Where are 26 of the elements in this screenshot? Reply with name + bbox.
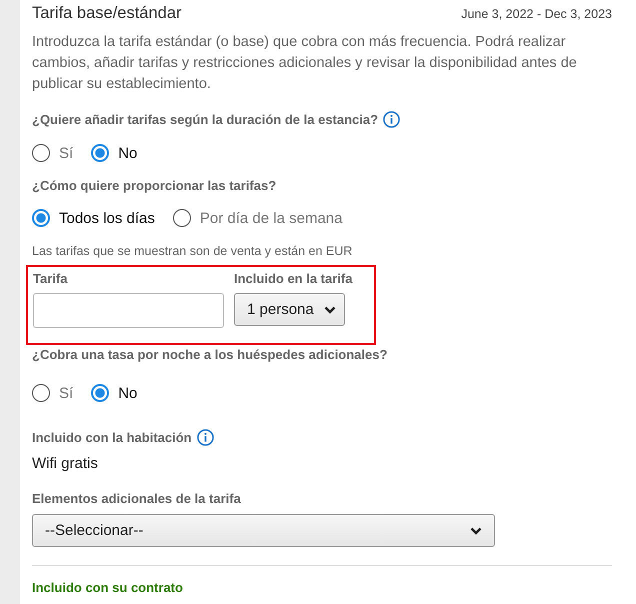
question-label: ¿Cobra una tasa por noche a los huéspedes adicionales? — [32, 347, 388, 362]
field-label: Incluido en la tarifa — [234, 271, 352, 286]
info-icon[interactable] — [196, 429, 214, 446]
radio-option[interactable]: Sí — [32, 384, 74, 402]
field-label: Elementos adicionales de la tarifa — [32, 491, 241, 506]
included-item: Wifi gratis — [32, 455, 99, 472]
info-icon[interactable] — [383, 111, 400, 128]
description-text: Introduzca la tarifa estándar (o base) que cobra con más frecuencia. Podrá realizar cambios, añadir tarifas y restricciones adicionales y revisar la disponibilidad antes de publicar su establecimiento. — [32, 33, 578, 94]
date-range: June 3, 2022 - Dec 3, 2023 — [461, 7, 612, 21]
section-label: Incluido con la habitación — [32, 430, 192, 445]
radio-option[interactable]: Por día de la semana — [172, 209, 342, 227]
guests-dropdown[interactable]: 1 persona — [234, 293, 345, 326]
question-label: ¿Quiere añadir tarifas según la duración de la estancia? — [32, 112, 378, 127]
rate-input-field[interactable] — [33, 293, 224, 328]
radio-option[interactable]: Sí — [32, 144, 74, 162]
chevron-down-icon — [324, 306, 336, 314]
radio-option[interactable]: Todos los días — [32, 209, 155, 227]
contract-heading: Incluido con su contrato — [32, 580, 184, 595]
section-title: Tarifa base/estándar — [32, 4, 182, 23]
radio-option[interactable]: No — [91, 144, 138, 162]
currency-note: Las tarifas que se muestran son de venta y están en EUR — [32, 244, 354, 258]
chevron-down-icon — [470, 526, 482, 534]
question-label: ¿Cómo quiere proporcionar las tarifas? — [32, 178, 276, 193]
radio-option[interactable]: No — [91, 384, 138, 402]
extras-dropdown[interactable]: --Seleccionar-- — [32, 514, 495, 547]
field-label: Tarifa — [33, 271, 68, 286]
